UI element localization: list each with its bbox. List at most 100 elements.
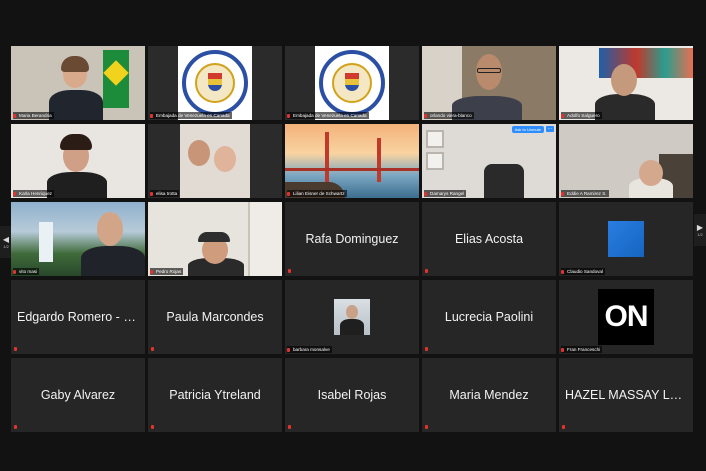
person-head [188,140,210,166]
more-options-button[interactable]: ... [546,126,554,132]
participant-tile[interactable]: Elias Acosta [422,202,556,276]
waterfall [39,222,53,262]
participant-name: Karla Henriquez [13,190,54,197]
participant-tile[interactable]: Eddie A Ramirez S. [559,124,693,198]
mic-muted-icon [424,114,427,118]
cap [198,232,230,242]
participant-name: Damarys Rangel [424,190,467,197]
participant-tile[interactable]: Maria Mendez [422,358,556,432]
participant-tile[interactable]: Lilian Eisner de Schwartz [285,124,419,198]
mic-muted-icon [425,347,428,351]
mic-muted-icon [13,114,16,118]
participant-name: elisa trotta [150,190,180,197]
participant-tile[interactable]: Gaby Alvarez [11,358,145,432]
person-head [611,64,637,96]
venezuela-seal-icon [182,50,248,116]
person-head [97,212,123,246]
person-video [49,90,103,120]
mic-muted-icon [13,270,16,274]
participant-name: Maria Berandria [13,112,54,119]
mic-muted-icon [287,348,290,352]
mic-muted-icon [562,425,565,429]
mic-muted-icon [150,192,153,196]
participant-name: Fran Franceschi [561,346,603,353]
participant-name: Pedro Rojas [150,268,184,275]
participant-name: barbara monsalve [287,346,332,353]
participant-tile[interactable]: Edgardo Romero - E... [11,280,145,354]
participant-name: Lilian Eisner de Schwartz [287,190,347,197]
participant-name: Adolfo Salguero [561,112,602,119]
video-grid: Maria Berandria Embajada de Venezuela en… [11,46,695,436]
ask-to-unmute-button[interactable]: Ask to Unmute [511,126,544,133]
participant-name: Gaby Alvarez [40,388,116,402]
mic-muted-icon [561,114,564,118]
participant-tile[interactable]: ON Fran Franceschi [559,280,693,354]
person-hair [61,56,89,72]
participant-tile[interactable]: Lucrecia Paolini [422,280,556,354]
bridge-deck [285,168,419,171]
wall-frame [426,152,444,170]
person-head [639,160,663,186]
participant-tile[interactable]: Isabel Rojas [285,358,419,432]
next-page-button[interactable]: ▶ 1/2 [694,214,706,246]
mic-muted-icon [424,192,427,196]
mic-muted-icon [425,269,428,273]
participant-tile[interactable]: Maria Berandria [11,46,145,120]
participant-name: Eddie A Ramirez S. [561,190,609,197]
participant-name: Edgardo Romero - E... [17,310,139,324]
participant-tile[interactable]: barbara monsalve [285,280,419,354]
venezuela-seal-icon [319,50,385,116]
participant-tile[interactable]: Paula Marcondes [148,280,282,354]
mic-muted-icon [561,192,564,196]
participant-tile[interactable]: orlando viera-blanco [422,46,556,120]
participant-name: Isabel Rojas [317,388,387,402]
participant-tile[interactable]: Ask to Unmute ... Damarys Rangel [422,124,556,198]
participant-tile[interactable]: Pedro Rojas [148,202,282,276]
door [248,202,282,276]
chevron-left-icon: ◀ [2,235,10,244]
participant-name: Paula Marcondes [166,310,264,324]
participant-tile[interactable]: Embajada de Venezuela en Canada [148,46,282,120]
mic-muted-icon [288,269,291,273]
person-video [81,246,145,276]
participant-tile[interactable]: Karla Henriquez [11,124,145,198]
mic-muted-icon [151,425,154,429]
participant-name: Maria Mendez [449,388,529,402]
mic-muted-icon [13,192,16,196]
participant-name: Claudio Sandoval [561,268,606,275]
participant-name: Lucrecia Paolini [444,310,534,324]
person-video [47,172,107,198]
participant-tile[interactable]: Embajada de Venezuela en Canada [285,46,419,120]
mic-muted-icon [150,114,153,118]
mic-muted-icon [561,348,564,352]
participant-tile[interactable]: Claudio Sandoval [559,202,693,276]
participant-tile[interactable]: Rafa Dominguez [285,202,419,276]
participant-name: vito masi [13,268,40,275]
participant-name: HAZEL MASSAY LA... [565,388,687,402]
participant-name: Elias Acosta [454,232,524,246]
participant-name: Rafa Dominguez [305,232,399,246]
participant-name: Patricia Ytreland [169,388,261,402]
person-video [595,94,655,120]
mic-muted-icon [287,114,290,118]
mic-muted-icon [151,347,154,351]
participant-tile[interactable]: Adolfo Salguero [559,46,693,120]
wall-frame [426,130,444,148]
bridge-tower-right [377,138,381,182]
glasses [477,68,501,73]
person-hair [60,134,92,150]
participant-tile[interactable]: vito masi [11,202,145,276]
participant-name: orlando viera-blanco [424,112,474,119]
chevron-right-icon: ▶ [696,223,704,232]
mic-muted-icon [150,270,153,274]
participant-name: Embajada de Venezuela en Canada [150,112,232,119]
mic-muted-icon [14,425,17,429]
mic-muted-icon [561,270,564,274]
participant-tile[interactable]: elisa trotta [148,124,282,198]
on-logo-icon: ON [598,289,654,345]
participant-tile[interactable]: Patricia Ytreland [148,358,282,432]
profile-picture [334,299,370,335]
mic-muted-icon [288,425,291,429]
participant-tile[interactable]: HAZEL MASSAY LA... [559,358,693,432]
top-bar [0,0,706,10]
